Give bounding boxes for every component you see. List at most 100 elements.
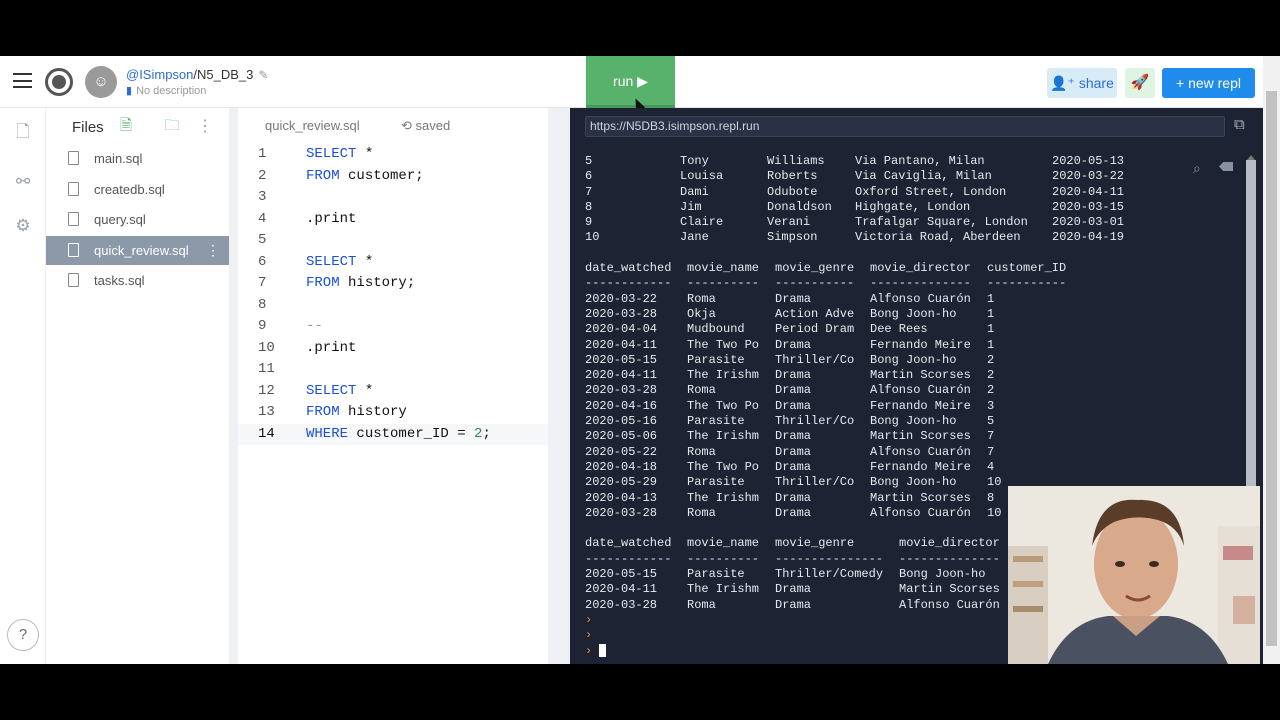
- clear-console-icon[interactable]: [1219, 162, 1233, 171]
- code-line[interactable]: 4 .print: [238, 209, 548, 231]
- terminal-cell: 2: [987, 352, 995, 367]
- prompt-icon: ›: [585, 612, 593, 627]
- help-button[interactable]: ?: [7, 619, 39, 651]
- terminal-cell: 2020-04-11: [585, 582, 658, 597]
- history-row: 2020-05-06 The Irishm Drama Martin Scorses 7: [585, 429, 1185, 444]
- add-folder-icon[interactable]: 🗀: [162, 116, 182, 136]
- page-scrollbar-thumb[interactable]: [1266, 91, 1277, 646]
- terminal-cell: --------------: [899, 551, 1000, 566]
- code-line[interactable]: 13 FROM history: [238, 402, 548, 424]
- replit-logo-icon[interactable]: [45, 68, 73, 96]
- console-url[interactable]: https://N5DB3.isimpson.repl.run: [585, 116, 1225, 137]
- new-repl-button[interactable]: + new repl: [1162, 68, 1255, 98]
- line-number: 8: [258, 296, 267, 313]
- terminal-cell: 8: [987, 490, 995, 505]
- line-number: 11: [258, 361, 275, 377]
- share-button[interactable]: 👤⁺ share: [1047, 68, 1117, 98]
- terminal-cell: Fernando Meire: [870, 398, 971, 413]
- file-item[interactable]: tasks.sql: [46, 266, 229, 295]
- terminal-cell: 2020-04-18: [585, 459, 658, 474]
- terminal-cell: 2020-03-15: [1052, 199, 1125, 214]
- book-icon: ▮: [126, 85, 133, 97]
- menu-icon[interactable]: [13, 73, 32, 88]
- code-editor[interactable]: quick_review.sql ⟲ saved 1 SELECT * 2 FROM …: [238, 108, 548, 664]
- code-text: SELECT *: [306, 146, 374, 162]
- repl-owner[interactable]: @ISimpson: [126, 67, 193, 82]
- terminal-cell: Action Adve: [775, 306, 855, 321]
- terminal-cell: ------------: [585, 276, 672, 291]
- terminal-cell: Roma: [687, 291, 716, 306]
- editor-console-resize-handle[interactable]: [548, 108, 570, 664]
- description-text: No description: [136, 85, 207, 97]
- code-text: .print: [306, 339, 357, 356]
- code-line[interactable]: 5: [238, 230, 548, 252]
- deploy-rocket-button[interactable]: 🚀: [1125, 68, 1155, 98]
- terminal-cell: Drama: [775, 597, 812, 612]
- more-options-icon[interactable]: ⋮: [197, 116, 213, 136]
- code-line[interactable]: 14 WHERE customer_ID = 2;: [238, 423, 548, 445]
- code-text: .print: [306, 210, 357, 227]
- settings-gear-icon[interactable]: ⚙: [13, 216, 33, 236]
- file-item[interactable]: createdb.sql: [46, 175, 229, 204]
- line-number: 3: [258, 189, 267, 205]
- code-line[interactable]: 9 --: [238, 316, 548, 338]
- code-line[interactable]: 3: [238, 187, 548, 209]
- avatar[interactable]: ☺: [85, 66, 117, 98]
- files-icon[interactable]: 🗋: [13, 122, 33, 142]
- code-line[interactable]: 12 SELECT *: [238, 381, 548, 403]
- top-bar: ☺ @ISimpson/N5_DB_3 ✎ ▮ No description run…: [0, 56, 1280, 112]
- file-item[interactable]: main.sql: [46, 144, 229, 173]
- terminal-cell: The Two Po: [687, 398, 760, 413]
- terminal-caret[interactable]: [599, 643, 607, 657]
- line-number: 6: [258, 253, 267, 270]
- terminal-cell: Roma: [687, 597, 716, 612]
- terminal-cell: -----------: [775, 276, 855, 291]
- search-icon[interactable]: ⌕: [1193, 160, 1201, 177]
- terminal-cell: 4: [987, 459, 995, 474]
- file-options-icon[interactable]: ⋮: [206, 236, 220, 265]
- terminal-cell: Alfonso Cuarón: [870, 383, 971, 398]
- terminal-cell: Roma: [687, 444, 716, 459]
- file-item[interactable]: query.sql: [46, 205, 229, 234]
- line-number: 13: [258, 404, 275, 420]
- code-line[interactable]: 6 SELECT *: [238, 252, 548, 274]
- code-line[interactable]: 8: [238, 295, 548, 317]
- left-icon-rail: 🗋 ⚯ ⚙ ?: [0, 108, 46, 664]
- code-line[interactable]: 10 .print: [238, 338, 548, 360]
- terminal-cell: Drama: [775, 582, 812, 597]
- repl-title[interactable]: @ISimpson/N5_DB_3 ✎: [126, 67, 268, 82]
- files-panel: Files 🗎 🗀 ⋮ main.sql createdb.sql query.sq…: [46, 108, 229, 664]
- panel-resize-handle[interactable]: [229, 108, 238, 664]
- add-file-icon[interactable]: 🗎: [116, 116, 136, 136]
- line-number: 14: [258, 425, 275, 442]
- history-row: 2020-03-28 Okja Action Adve Bong Joon-ho 1: [585, 307, 1185, 322]
- terminal-cell: Fernando Meire: [870, 459, 971, 474]
- customer-row: 6 Louisa Roberts Via Caviglia, Milan 2020-03…: [585, 169, 1185, 184]
- terminal-cell: -----------: [987, 276, 1067, 291]
- terminal-cell: 2020-05-29: [585, 475, 658, 490]
- terminal-cell: movie_name: [687, 261, 760, 276]
- code-line[interactable]: 2 FROM customer;: [238, 166, 548, 188]
- code-line[interactable]: 1 SELECT *: [238, 144, 548, 166]
- code-line[interactable]: 7 FROM history;: [238, 273, 548, 295]
- prompt-icon: ›: [585, 628, 593, 643]
- version-control-icon[interactable]: ⚯: [13, 172, 33, 192]
- open-in-new-tab-icon[interactable]: ⧉: [1234, 116, 1245, 133]
- file-icon: [68, 242, 79, 257]
- tab-quick-review[interactable]: quick_review.sql: [265, 118, 360, 133]
- console-scrollbar-thumb[interactable]: [1246, 160, 1256, 490]
- pencil-icon[interactable]: ✎: [258, 68, 268, 82]
- terminal-cell: 2020-03-28: [585, 383, 658, 398]
- terminal-cell: Alfonso Cuarón: [870, 505, 971, 520]
- code-lines[interactable]: 1 SELECT * 2 FROM customer; 3 4 .print 5 6 SELECT…: [238, 144, 548, 445]
- terminal-cell: 2020-05-13: [1052, 154, 1125, 168]
- file-item[interactable]: quick_review.sql ⋮: [46, 235, 229, 265]
- repl-description[interactable]: ▮ No description: [126, 84, 206, 97]
- code-line[interactable]: 11: [238, 359, 548, 381]
- code-text: FROM history;: [306, 275, 416, 291]
- terminal-cell: Verani: [767, 215, 811, 230]
- terminal-cell: --------------: [870, 276, 971, 291]
- prompt-icon: ›: [585, 643, 593, 658]
- terminal-cell: Roberts: [767, 169, 818, 184]
- file-icon: [68, 273, 79, 288]
